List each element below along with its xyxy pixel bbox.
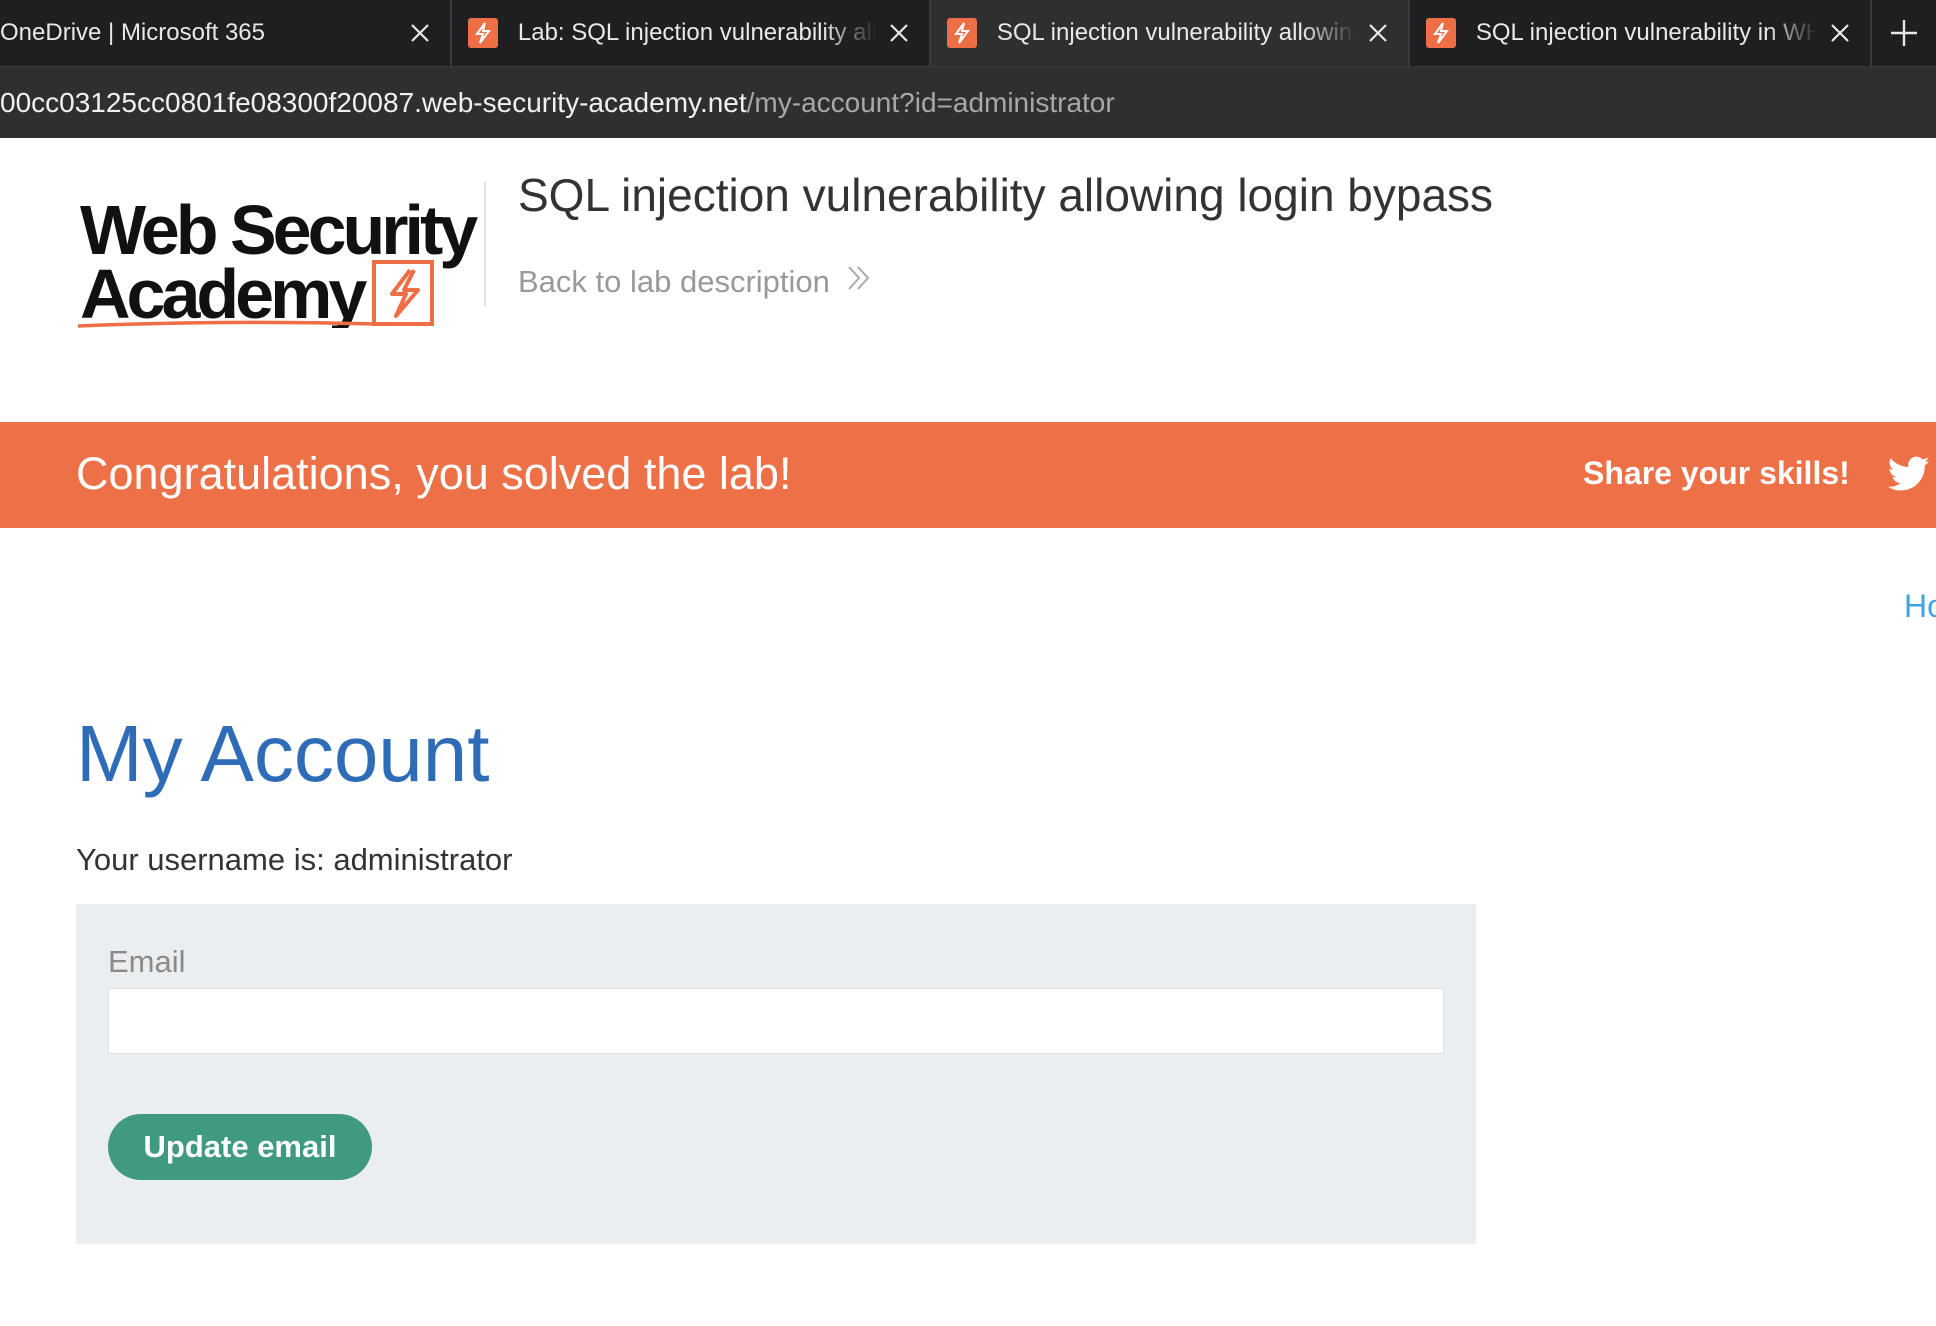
tab-onedrive[interactable]: OneDrive | Microsoft 365: [0, 0, 452, 66]
url-host: 00cc03125cc0801fe08300f20087.web-securit…: [0, 86, 747, 118]
lab-title: SQL injection vulnerability allowing log…: [518, 169, 1494, 221]
close-icon[interactable]: [1356, 11, 1400, 55]
email-label: Email: [108, 944, 186, 979]
web-security-academy-logo[interactable]: Web Security Academy: [76, 178, 486, 333]
username-text: Your username is: administrator: [76, 842, 513, 877]
tab-title: OneDrive | Microsoft 365: [0, 19, 265, 46]
tab-current[interactable]: SQL injection vulnerability allowing log…: [930, 0, 1410, 66]
congratulations-message: Congratulations, you solved the lab!: [76, 448, 792, 499]
update-email-button[interactable]: Update email: [108, 1114, 372, 1180]
close-icon[interactable]: [398, 11, 442, 55]
tab-where-clause[interactable]: SQL injection vulnerability in WHERE cla…: [1410, 0, 1872, 66]
twitter-icon[interactable]: [1887, 456, 1930, 492]
browser-tab-bar: OneDrive | Microsoft 365 Lab: SQL inject…: [0, 0, 1936, 66]
lightning-icon: [467, 18, 498, 48]
back-to-lab-description-link[interactable]: Back to lab description: [518, 264, 872, 300]
plus-icon[interactable]: [1872, 0, 1936, 66]
double-chevron-right-icon: [846, 264, 872, 300]
page-heading: My Account: [76, 709, 490, 798]
solved-banner: Congratulations, you solved the lab! Sha…: [0, 422, 1936, 528]
email-field[interactable]: [108, 988, 1444, 1054]
address-bar[interactable]: 00cc03125cc0801fe08300f20087.web-securit…: [0, 66, 1936, 138]
back-link-label: Back to lab description: [518, 264, 830, 299]
lightning-icon: [1425, 18, 1456, 48]
close-icon[interactable]: [877, 11, 921, 55]
close-icon[interactable]: [1818, 11, 1862, 55]
tab-title: SQL injection vulnerability allowing log…: [996, 19, 1356, 46]
tab-title: SQL injection vulnerability in WHERE cla…: [1475, 19, 1818, 46]
lightning-icon: [946, 18, 977, 48]
url-path: /my-account?id=administrator: [746, 86, 1115, 118]
home-link[interactable]: Home: [1904, 588, 1936, 625]
tab-lab[interactable]: Lab: SQL injection vulnerability allowin…: [452, 0, 931, 66]
header-divider: [484, 182, 486, 306]
page-content: Web Security Academy SQL injection vulne…: [0, 138, 1936, 1326]
share-skills-label[interactable]: Share your skills!: [1583, 455, 1850, 492]
svg-text:Academy: Academy: [80, 255, 367, 328]
tab-title: Lab: SQL injection vulnerability allowin…: [517, 19, 877, 46]
update-email-form: Email Update email: [76, 904, 1476, 1244]
